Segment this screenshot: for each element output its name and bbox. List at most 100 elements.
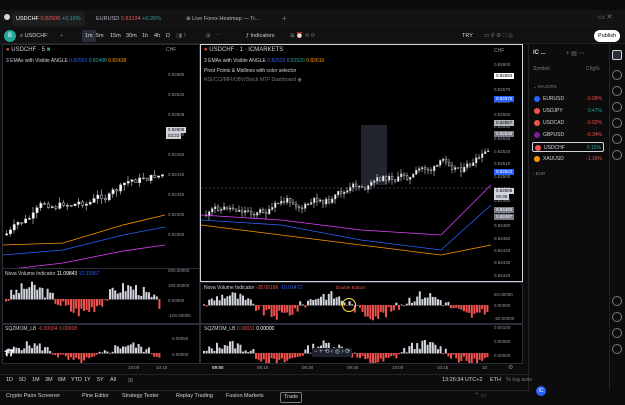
watchlist-row-usdcad[interactable]: USDCAD -0.02%: [532, 118, 604, 128]
timeframe-4h[interactable]: 4h: [154, 30, 160, 42]
watchlist-row-eurusd[interactable]: EURUSD -0.09%: [532, 94, 604, 104]
alerts-icon[interactable]: [612, 70, 622, 80]
bottom-tab-4[interactable]: Fusion Markets: [226, 392, 264, 401]
broker-logo-icon[interactable]: IC: [536, 386, 546, 396]
range-button-6m[interactable]: 6M: [58, 377, 66, 383]
draw-icon[interactable]: ⋯: [216, 30, 222, 42]
momentum-bar: [75, 353, 78, 358]
toolbar-right-icons[interactable]: ▭ ⚲ ⚙ ⛶ ◎: [484, 30, 513, 42]
candle-body: [424, 167, 427, 170]
momentum-bar: [411, 342, 413, 354]
time-axis-settings-icon[interactable]: ⚙: [508, 364, 513, 371]
range-button-3m[interactable]: 3M: [45, 377, 53, 383]
watchlist-icon[interactable]: [612, 50, 622, 60]
tab-heatmap[interactable]: ⊕ Live Forex Heatmap — Tr...: [182, 12, 263, 26]
layout-icon[interactable]: ⊞: [206, 30, 211, 42]
scale-toggles[interactable]: % log auto: [506, 377, 532, 383]
watchlist-section-eur[interactable]: › EUR: [533, 171, 545, 176]
range-button-5y[interactable]: 5Y: [97, 377, 104, 383]
momentum-bar: [51, 353, 54, 355]
volume-bar: [286, 305, 289, 313]
tab-eurusd[interactable]: EURUSD 0.83134 +0.26%: [92, 12, 165, 26]
momentum-bar: [294, 353, 296, 358]
watchlist-section-majors[interactable]: ⌄ MAJORS: [533, 84, 557, 90]
watchlist-row-usdjpy[interactable]: USDJPY 0.47%: [532, 106, 604, 116]
timeframe-30m[interactable]: 30m: [126, 30, 137, 42]
bottom-tab-0[interactable]: Crypto Pairs Screener: [6, 392, 60, 401]
momentum-bar: [203, 350, 205, 354]
ideas-icon[interactable]: [612, 134, 622, 144]
volume-bar: [28, 287, 31, 300]
date-range-icon[interactable]: ⊞: [128, 377, 133, 384]
help-icon[interactable]: [612, 296, 622, 306]
candle-body: [370, 182, 373, 186]
eye-icon[interactable]: ◉: [297, 77, 301, 83]
volume-bar: [483, 305, 486, 315]
range-button-1d[interactable]: 1D: [6, 377, 13, 383]
timeframe-1m[interactable]: 1m: [82, 30, 96, 42]
range-button-all[interactable]: All: [110, 377, 116, 383]
timeframe-d[interactable]: D: [166, 30, 170, 42]
watchlist-col-symbol[interactable]: Symbol: [533, 66, 550, 72]
bottom-tab-1[interactable]: Pine Editor: [82, 392, 109, 401]
avatar[interactable]: B: [4, 30, 16, 42]
bottom-tab-5[interactable]: Trade: [280, 392, 303, 403]
watchlist-header[interactable]: IC ...: [533, 50, 546, 56]
watchlist-col-change[interactable]: Chg%: [586, 66, 600, 72]
clock-display[interactable]: 13:26:34 UTC+2: [442, 377, 483, 383]
range-button-ytd[interactable]: YTD: [71, 377, 82, 383]
momentum-bar: [418, 348, 421, 354]
notifications-icon[interactable]: [612, 312, 622, 322]
volume-bar: [486, 305, 489, 312]
calendar-icon[interactable]: [612, 118, 622, 128]
range-button-5d[interactable]: 5D: [19, 377, 26, 383]
session-toggle[interactable]: ETH: [490, 377, 501, 383]
candle-body: [100, 194, 104, 199]
currency-try-button[interactable]: TRY: [462, 30, 473, 42]
watchlist-row-gbpusd[interactable]: GBPUSD -0.34%: [532, 130, 604, 140]
timeframe-1h[interactable]: 1h: [142, 30, 148, 42]
chat-icon[interactable]: [612, 150, 622, 160]
new-tab-icon[interactable]: +: [282, 14, 287, 23]
candle-body: [145, 178, 149, 181]
candle-body: [328, 198, 331, 203]
volume-bar: [142, 286, 145, 300]
hotlist-icon[interactable]: [612, 102, 622, 112]
screener-icon[interactable]: [612, 344, 622, 354]
window-controls-icon[interactable]: ▭ ✕: [598, 13, 612, 21]
momentum-bar: [377, 353, 380, 363]
compare-button[interactable]: +: [60, 30, 63, 42]
range-button-1y[interactable]: 1Y: [84, 377, 91, 383]
data-window-icon[interactable]: [612, 86, 622, 96]
chart-nav-controls[interactable]: − + ⟲ ‹ ◎ › ⟳: [312, 348, 353, 357]
chart-type-icon[interactable]: ▯▮ ⌇: [176, 30, 186, 42]
watchlist-row-xauusd[interactable]: XAUUSD -1.16%: [532, 154, 604, 164]
messages-icon[interactable]: [612, 328, 622, 338]
bottom-panel-toggle-icon[interactable]: ⌃ ▭: [474, 392, 486, 399]
currency-flag-icon: [534, 132, 540, 138]
left-currency-label[interactable]: CHF: [166, 47, 176, 53]
timeframe-5m[interactable]: 5m: [96, 30, 104, 42]
main-currency-label[interactable]: CHF: [494, 48, 504, 54]
templates-icon[interactable]: ⊞ ⏰ ⟲ ⟳: [290, 30, 315, 42]
volume-bar: [44, 297, 46, 300]
indicators-button[interactable]: ƒ Indicators: [246, 30, 274, 42]
volume-bar: [242, 295, 244, 306]
momentum-bar: [416, 343, 419, 354]
timeframe-15m[interactable]: 15m: [110, 30, 121, 42]
momentum-bar: [455, 353, 458, 359]
range-button-1m[interactable]: 1M: [32, 377, 40, 383]
symbol-search-button[interactable]: ⌕ USDCHF: [20, 30, 48, 42]
tab-usdchf[interactable]: USDCHF 0.82506 +0.16%: [12, 12, 85, 26]
volume-bar: [23, 288, 26, 300]
watchlist-actions-icon[interactable]: + ▤ ⋯: [566, 50, 585, 57]
publish-button[interactable]: Publish: [594, 30, 621, 42]
momentum-bar: [476, 353, 478, 363]
candle-body: [394, 179, 397, 182]
candle-body: [319, 199, 322, 202]
bottom-tab-3[interactable]: Replay Trading: [176, 392, 213, 401]
candle-body: [88, 202, 92, 205]
bottom-tab-2[interactable]: Strategy Tester: [122, 392, 159, 401]
watchlist-row-usdchf[interactable]: USDCHF 0.15%: [532, 142, 604, 152]
left-chart-pane[interactable]: [2, 44, 200, 274]
